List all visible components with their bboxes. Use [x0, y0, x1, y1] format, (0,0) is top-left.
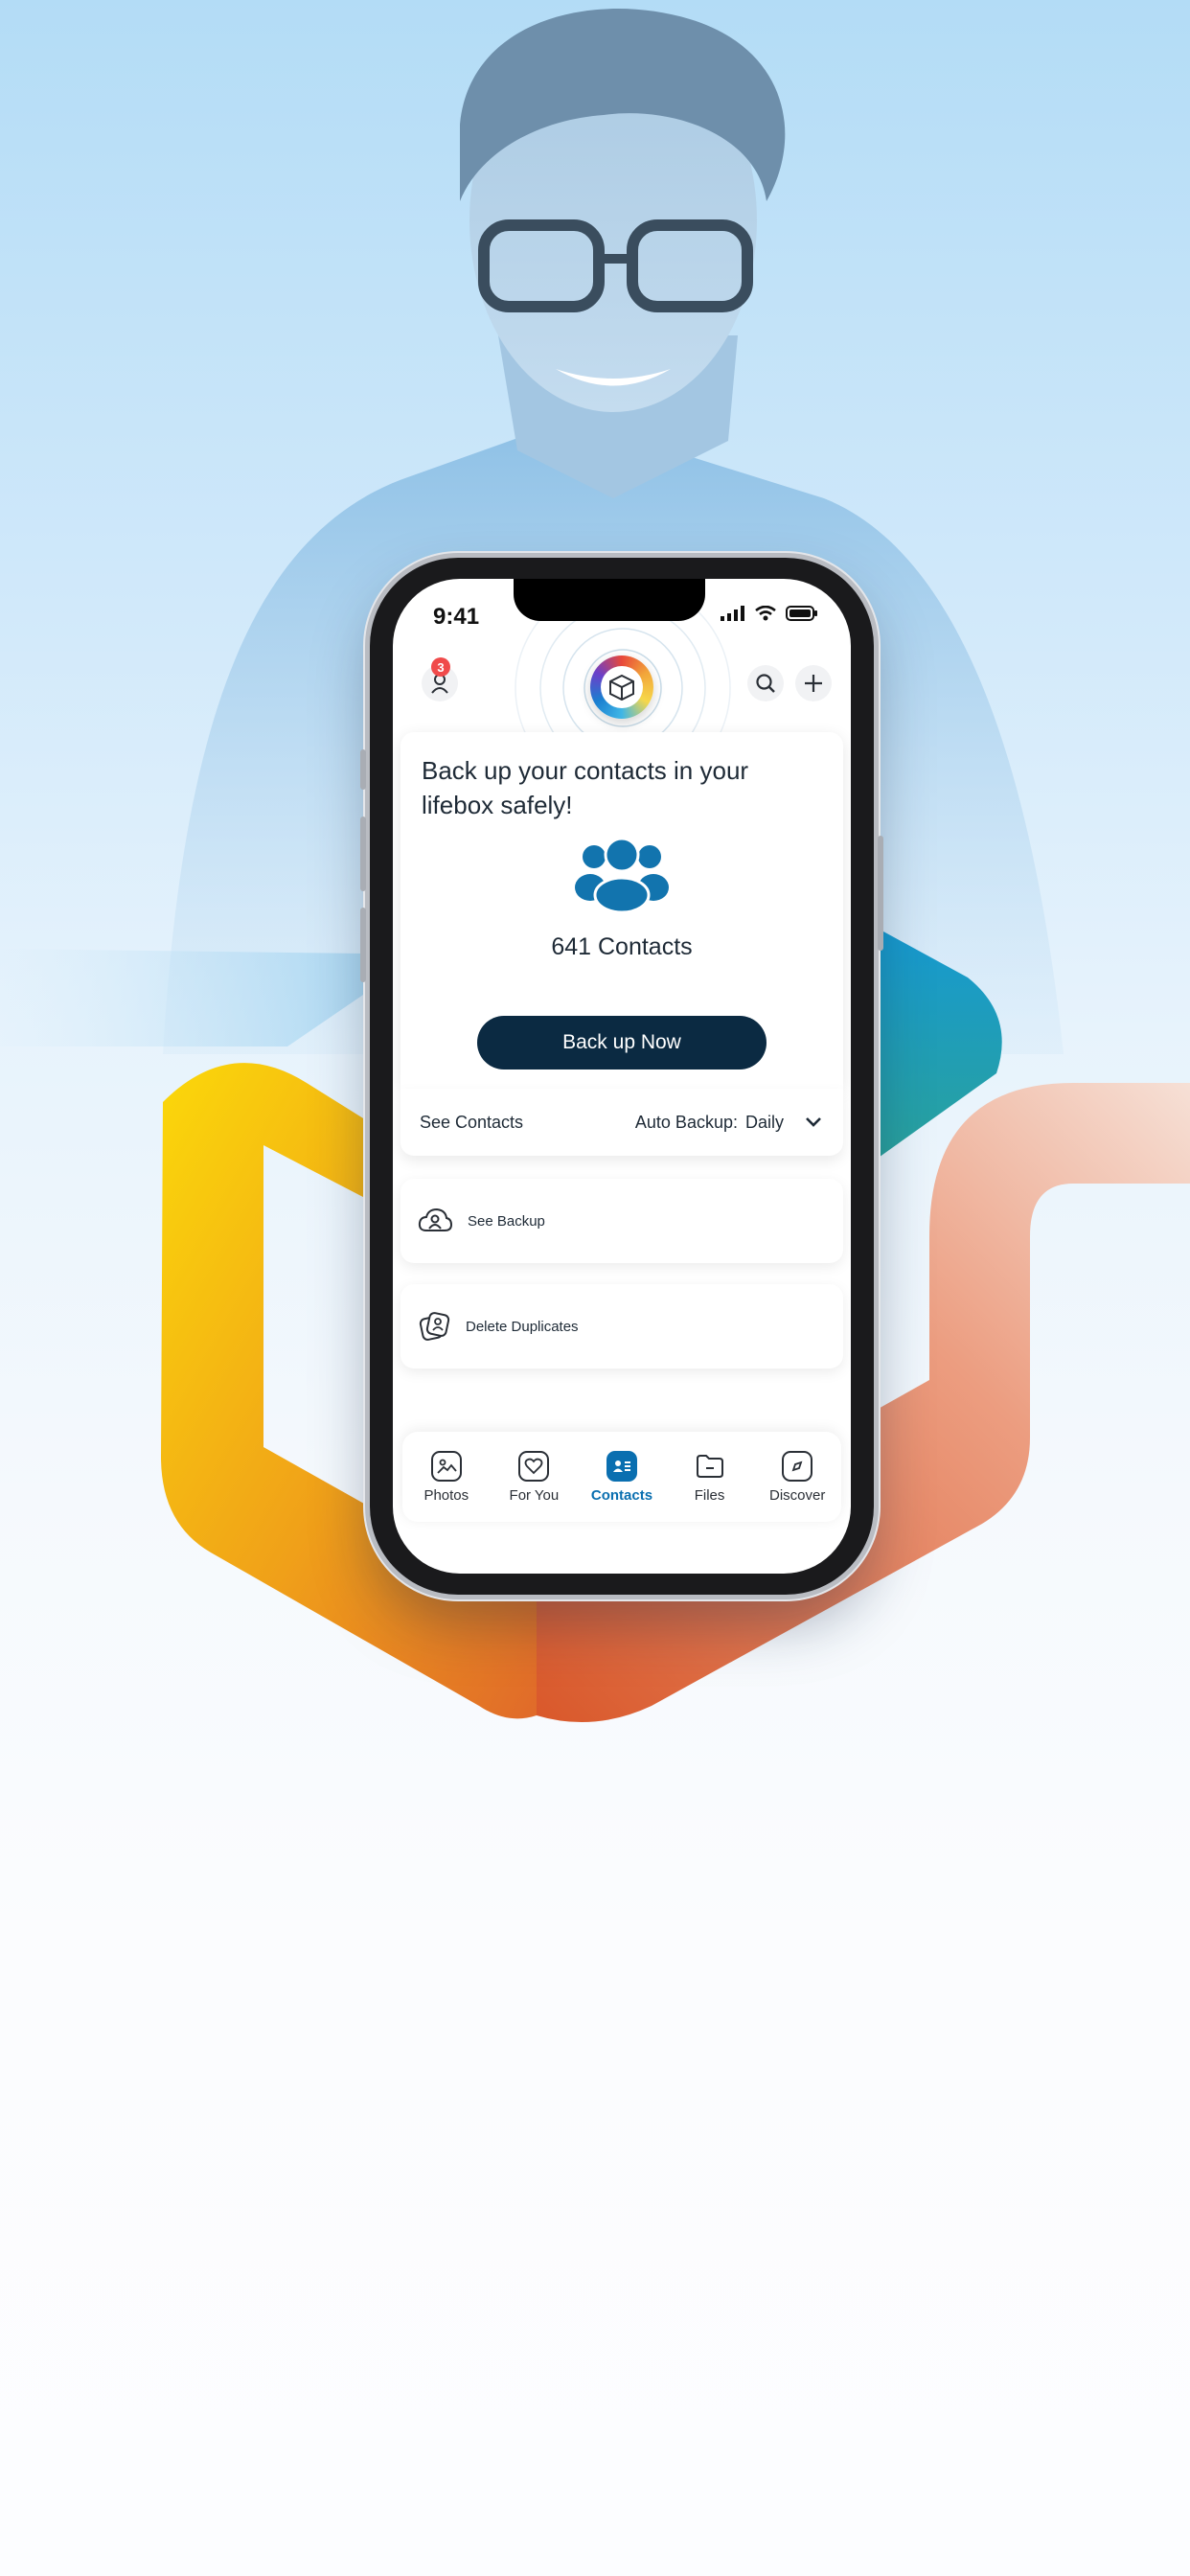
volume-down-button: [360, 908, 366, 982]
delete-duplicates-label: Delete Duplicates: [466, 1318, 579, 1335]
contacts-count: 641 Contacts: [551, 933, 693, 960]
see-contacts-link[interactable]: See Contacts: [420, 1113, 523, 1133]
tab-files-label: Files: [694, 1486, 725, 1504]
app-screen: 9:41 3 Back up your contacts in your lif…: [393, 579, 851, 1574]
tab-discover-label: Discover: [768, 1486, 826, 1504]
auto-backup-value: Daily: [744, 1112, 784, 1132]
tab-for-you[interactable]: For You: [492, 1450, 576, 1504]
compass-icon: [782, 1450, 813, 1482]
contacts-icon: [606, 1450, 637, 1482]
heart-icon: [518, 1450, 550, 1482]
backup-card-title: Back up your contacts in your lifebox sa…: [422, 756, 749, 819]
add-button[interactable]: [795, 665, 832, 702]
phone-mockup: 9:41 3 Back up your contacts in your lif…: [360, 558, 883, 1595]
cloud-user-icon: [418, 1208, 452, 1231]
photos-icon: [430, 1450, 462, 1482]
mute-switch: [360, 749, 366, 790]
tab-files[interactable]: Files: [668, 1451, 752, 1504]
contacts-group-icon: [575, 838, 669, 912]
bottom-tab-bar: Photos For You Contacts Files Discover: [402, 1432, 841, 1522]
power-button: [878, 836, 883, 951]
delete-duplicates-row[interactable]: Delete Duplicates: [400, 1284, 843, 1368]
lifebox-logo: [590, 656, 653, 719]
see-backup-row[interactable]: See Backup: [400, 1179, 843, 1263]
tab-contacts-label: Contacts: [590, 1486, 653, 1504]
backup-card: Back up your contacts in your lifebox sa…: [400, 732, 843, 1089]
status-time: 9:41: [433, 604, 480, 630]
battery-icon: [786, 606, 817, 621]
back-up-now-button[interactable]: Back up Now: [477, 1016, 767, 1070]
search-button[interactable]: [747, 665, 784, 702]
tab-photos[interactable]: Photos: [404, 1450, 489, 1504]
volume-up-button: [360, 816, 366, 891]
contacts-options-bar: See Contacts Auto Backup: Daily: [400, 1089, 843, 1156]
wifi-icon: [755, 606, 776, 621]
tab-for-you-label: For You: [509, 1486, 560, 1504]
folder-icon: [695, 1451, 725, 1482]
duplicate-contacts-icon: [419, 1312, 450, 1341]
chevron-down-icon: [806, 1117, 821, 1127]
plus-icon: [805, 675, 822, 692]
phone-notch: [514, 579, 705, 621]
tab-photos-label: Photos: [423, 1486, 469, 1504]
cube-icon: [609, 674, 634, 702]
tab-discover[interactable]: Discover: [755, 1450, 839, 1504]
auto-backup-label: Auto Backup:: [634, 1112, 738, 1132]
tab-contacts[interactable]: Contacts: [580, 1450, 664, 1504]
auto-backup-dropdown[interactable]: Auto Backup: Daily: [635, 1113, 824, 1133]
notification-badge: 3: [431, 657, 450, 677]
search-icon: [756, 674, 775, 693]
see-backup-label: See Backup: [468, 1212, 545, 1230]
